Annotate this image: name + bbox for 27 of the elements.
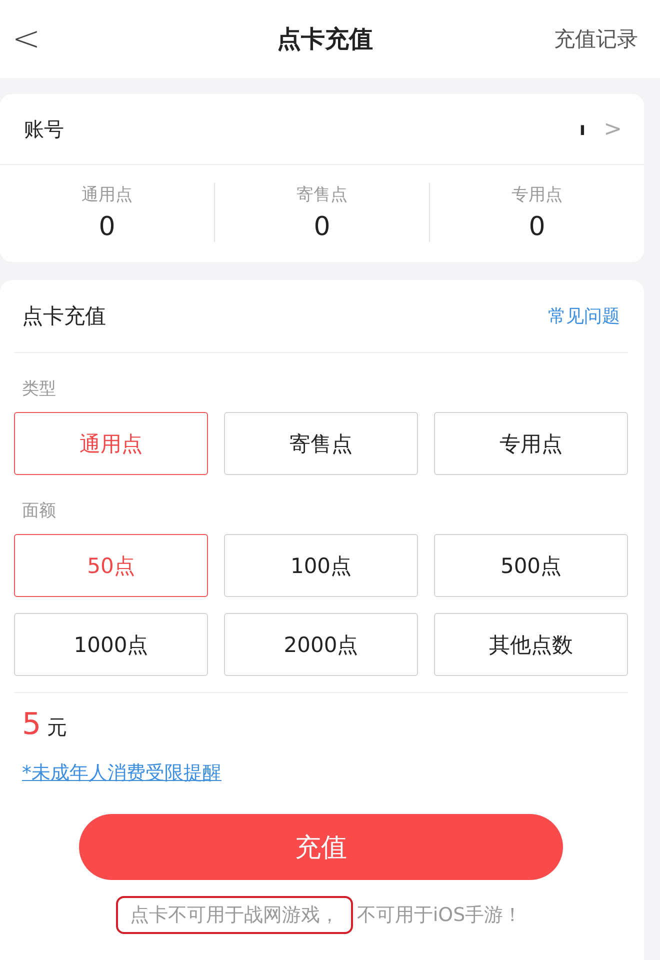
amount-option[interactable]: 500点 <box>434 534 628 597</box>
balance-value: 0 <box>98 212 116 242</box>
balance-label: 通用点 <box>82 184 132 206</box>
type-label: 类型 <box>21 378 57 401</box>
recharge-history-link[interactable]: 充值记录 <box>554 25 638 53</box>
amount-option[interactable]: 2000点 <box>224 613 418 676</box>
currency-unit: 元 <box>47 714 68 741</box>
type-option[interactable]: 寄售点 <box>224 412 418 475</box>
account-label: 账号 <box>24 116 64 142</box>
balance-label: 寄售点 <box>296 184 348 206</box>
price-value: 5 <box>22 707 42 742</box>
type-option[interactable]: 通用点 <box>14 412 208 475</box>
type-option[interactable]: 专用点 <box>434 412 628 475</box>
balance-value: 0 <box>528 212 546 242</box>
amount-option[interactable]: 50点 <box>14 534 208 597</box>
amount-option[interactable]: 1000点 <box>14 613 208 676</box>
notice-text: 点卡不可用于战网游戏， <box>116 896 353 934</box>
page-title: 点卡充值 <box>277 24 373 55</box>
amount-option[interactable]: 100点 <box>224 534 418 597</box>
balance-label: 专用点 <box>512 184 562 206</box>
amount-label: 面额 <box>21 500 57 523</box>
section-title: 点卡充值 <box>22 303 106 330</box>
notice-text: 不可用于iOS手游！ <box>356 903 524 928</box>
account-value: ı <box>579 118 586 140</box>
balance-value: 0 <box>314 212 330 242</box>
amount-option[interactable]: 其他点数 <box>434 613 628 676</box>
back-button[interactable]: < <box>12 19 40 59</box>
